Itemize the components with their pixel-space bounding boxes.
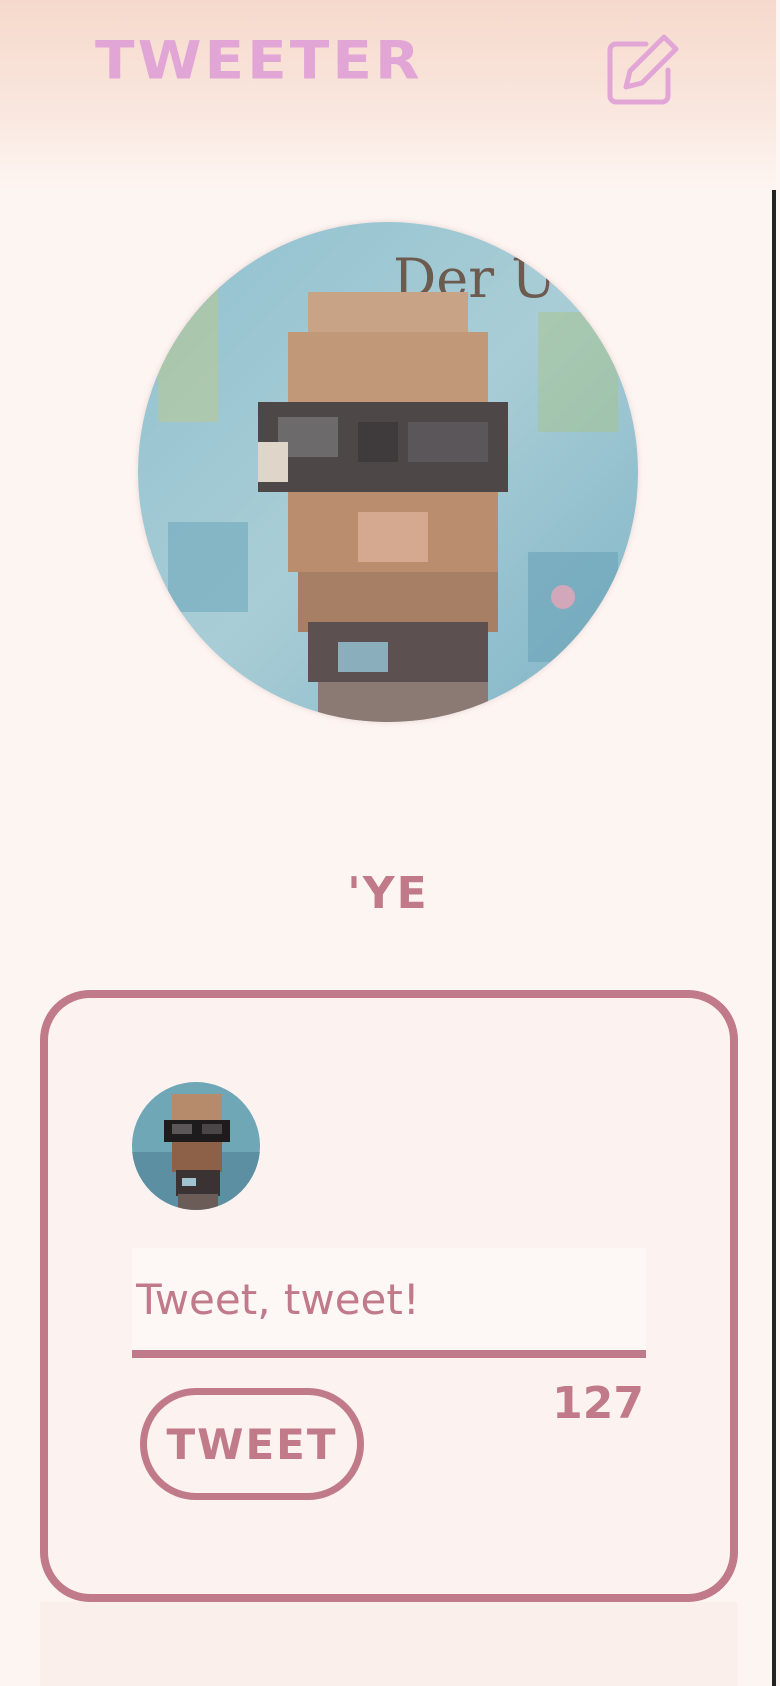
profile-avatar[interactable]: Der U: [138, 222, 638, 722]
app-logo[interactable]: TWEETER: [95, 30, 423, 91]
profile-avatar-image: Der U: [138, 222, 638, 722]
tweet-submit-button[interactable]: TWEET: [140, 1388, 364, 1500]
app-header: TWEETER: [0, 0, 776, 190]
composer-avatar: [132, 1082, 260, 1210]
compose-icon: [607, 34, 679, 105]
composer-avatar-image: [132, 1082, 260, 1210]
tweet-input[interactable]: [132, 1248, 646, 1358]
profile-username: 'YE: [347, 868, 429, 919]
compose-button[interactable]: [606, 32, 682, 108]
character-counter: 127: [552, 1378, 644, 1429]
card-shadow: [40, 1602, 738, 1686]
